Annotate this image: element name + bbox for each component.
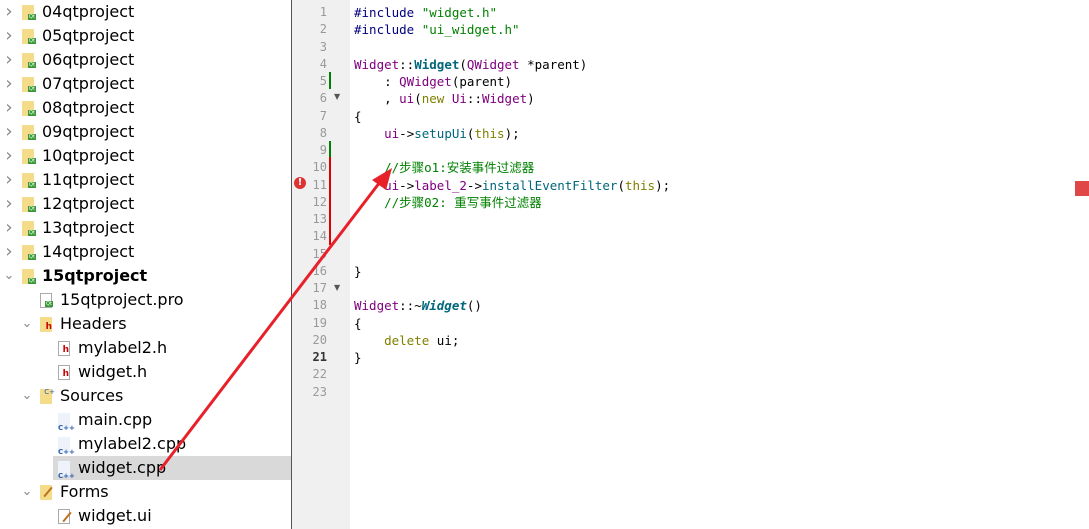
annotation-arrow	[158, 168, 392, 471]
